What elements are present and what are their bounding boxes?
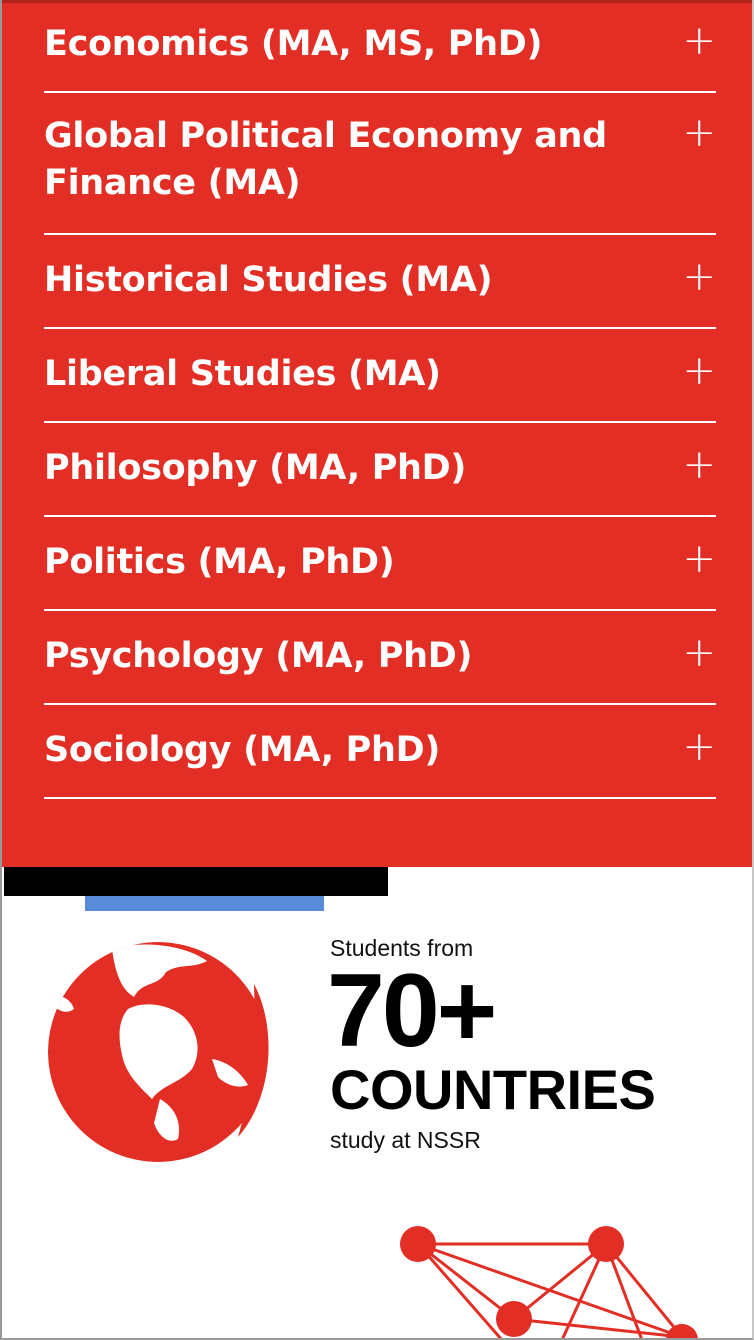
countries-stat-section: Students from 70+ COUNTRIES study at NSS…: [2, 867, 752, 1338]
program-item-economics[interactable]: Economics (MA, MS, PhD) +: [44, 3, 716, 93]
network-graphic: [400, 1226, 698, 1338]
program-label: Philosophy (MA, PhD): [44, 448, 467, 488]
program-label: Politics (MA, PhD): [44, 542, 395, 582]
decorative-black-bar: [4, 867, 388, 896]
expand-plus-icon[interactable]: +: [676, 257, 716, 297]
program-item-politics[interactable]: Politics (MA, PhD) +: [44, 517, 716, 611]
stat-post-text: study at NSSR: [330, 1127, 481, 1153]
program-item-sociology[interactable]: Sociology (MA, PhD) +: [44, 705, 716, 799]
program-label: Psychology (MA, PhD): [44, 636, 473, 676]
program-label: Sociology (MA, PhD): [44, 730, 441, 770]
decorative-blue-bar: [85, 896, 324, 911]
expand-plus-icon[interactable]: +: [676, 351, 716, 391]
expand-plus-icon[interactable]: +: [676, 539, 716, 579]
program-item-liberal-studies[interactable]: Liberal Studies (MA) +: [44, 329, 716, 423]
programs-list: Economics (MA, MS, PhD) + Global Politic…: [44, 3, 716, 799]
expand-plus-icon[interactable]: +: [676, 633, 716, 673]
expand-plus-icon[interactable]: +: [676, 113, 716, 153]
program-label: Liberal Studies (MA): [44, 354, 441, 394]
program-item-philosophy[interactable]: Philosophy (MA, PhD) +: [44, 423, 716, 517]
programs-accordion: Economics (MA, MS, PhD) + Global Politic…: [2, 0, 752, 867]
stat-big-word: COUNTRIES: [330, 1058, 656, 1121]
expand-plus-icon[interactable]: +: [676, 727, 716, 767]
program-label: Historical Studies (MA): [44, 260, 493, 300]
page-frame: Economics (MA, MS, PhD) + Global Politic…: [0, 0, 754, 1340]
stat-big-number: 70+: [327, 953, 497, 1069]
program-label: Global Political Economy and Finance (MA…: [44, 116, 607, 203]
program-label: Economics (MA, MS, PhD): [44, 24, 543, 64]
globe-icon: [48, 942, 269, 1162]
expand-plus-icon[interactable]: +: [676, 21, 716, 61]
program-item-global-political-economy[interactable]: Global Political Economy and Finance (MA…: [44, 93, 716, 235]
expand-plus-icon[interactable]: +: [676, 445, 716, 485]
program-item-historical-studies[interactable]: Historical Studies (MA) +: [44, 235, 716, 329]
program-item-psychology[interactable]: Psychology (MA, PhD) +: [44, 611, 716, 705]
